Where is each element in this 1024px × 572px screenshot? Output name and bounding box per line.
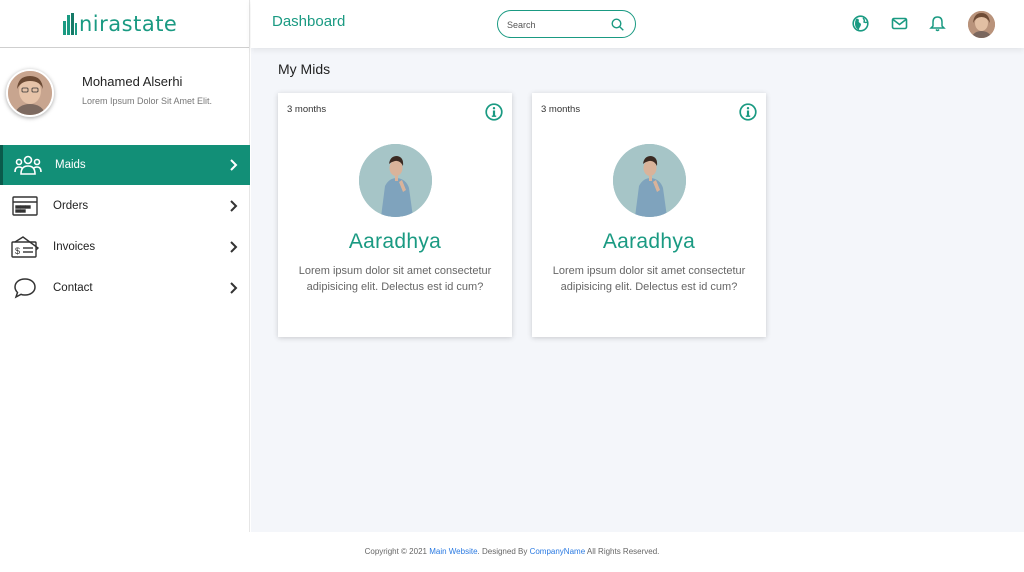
invoice-icon: $ — [11, 235, 39, 259]
sidebar-item-label: Maids — [55, 159, 86, 171]
chevron-right-icon — [230, 159, 238, 171]
maid-name: Aaradhya — [602, 230, 696, 253]
avatar-photo-icon — [968, 11, 995, 38]
sidebar-item-label: Invoices — [53, 241, 96, 253]
avatar-photo-icon — [8, 71, 52, 115]
top-header: Dashboard — [251, 0, 1024, 48]
maid-name: Aaradhya — [348, 230, 442, 253]
maid-photo — [359, 144, 432, 217]
card-duration: 3 months — [541, 104, 581, 115]
sidebar-item-maids[interactable]: Maids — [0, 145, 250, 185]
brand-logo[interactable]: nirastate — [0, 0, 249, 48]
maid-card[interactable]: 3 months Aaradhya Lorem ipsum dolor sit … — [532, 93, 766, 337]
avatar[interactable] — [6, 69, 54, 117]
search-icon[interactable] — [611, 18, 624, 31]
info-icon[interactable] — [485, 103, 503, 121]
main-website-link[interactable]: Main Website — [429, 547, 477, 556]
main-content: My Mids 3 months Aaradhya Lorem ipsum do… — [251, 48, 1024, 532]
search-box — [497, 10, 636, 38]
chevron-right-icon — [230, 282, 238, 294]
sidebar-item-contact[interactable]: Contact — [0, 268, 250, 308]
maid-description: Lorem ipsum dolor sit amet consectetur a… — [298, 265, 492, 293]
globe-icon[interactable] — [852, 15, 869, 32]
section-title: My Mids — [278, 61, 331, 77]
sidebar-item-label: Orders — [53, 200, 89, 212]
person-photo-icon — [613, 144, 686, 217]
footer: Copyright © 2021 Main Website. Designed … — [0, 532, 1024, 572]
info-icon[interactable] — [739, 103, 757, 121]
card-duration: 3 months — [287, 104, 327, 115]
building-logo-icon — [63, 12, 77, 35]
orders-icon — [11, 194, 39, 218]
profile-name: Mohamed Alserhi — [82, 74, 183, 89]
maid-card[interactable]: 3 months Aaradhya Lorem ipsum dolor sit … — [278, 93, 512, 337]
header-avatar[interactable] — [968, 11, 995, 38]
chat-bubble-icon — [11, 276, 39, 300]
footer-designed-by: . Designed By — [477, 547, 530, 556]
footer-rights: All Rights Reserved. — [585, 547, 660, 556]
sidebar-item-label: Contact — [53, 282, 93, 294]
users-icon — [14, 153, 42, 177]
maid-description: Lorem ipsum dolor sit amet consectetur a… — [552, 265, 746, 293]
bell-icon[interactable] — [929, 15, 946, 32]
sidebar-item-orders[interactable]: Orders — [0, 186, 250, 226]
svg-text:$: $ — [15, 246, 20, 256]
mail-icon[interactable] — [891, 15, 908, 32]
sidebar: nirastate Mohamed Alserhi Lorem Ipsum Do… — [0, 0, 250, 532]
profile-subtitle: Lorem Ipsum Dolor Sit Amet Elit. — [82, 96, 213, 106]
search-input[interactable] — [507, 17, 607, 33]
sidebar-nav: Maids Orders $ Invoices Contact — [0, 145, 250, 309]
footer-copyright: Copyright © 2021 — [364, 547, 430, 556]
chevron-right-icon — [230, 241, 238, 253]
maid-photo — [613, 144, 686, 217]
sidebar-item-invoices[interactable]: $ Invoices — [0, 227, 250, 267]
page-title: Dashboard — [272, 13, 346, 30]
person-photo-icon — [359, 144, 432, 217]
brand-name: nirastate — [79, 11, 178, 36]
user-profile: Mohamed Alserhi Lorem Ipsum Dolor Sit Am… — [0, 48, 249, 145]
company-name-link[interactable]: CompanyName — [530, 547, 586, 556]
chevron-right-icon — [230, 200, 238, 212]
